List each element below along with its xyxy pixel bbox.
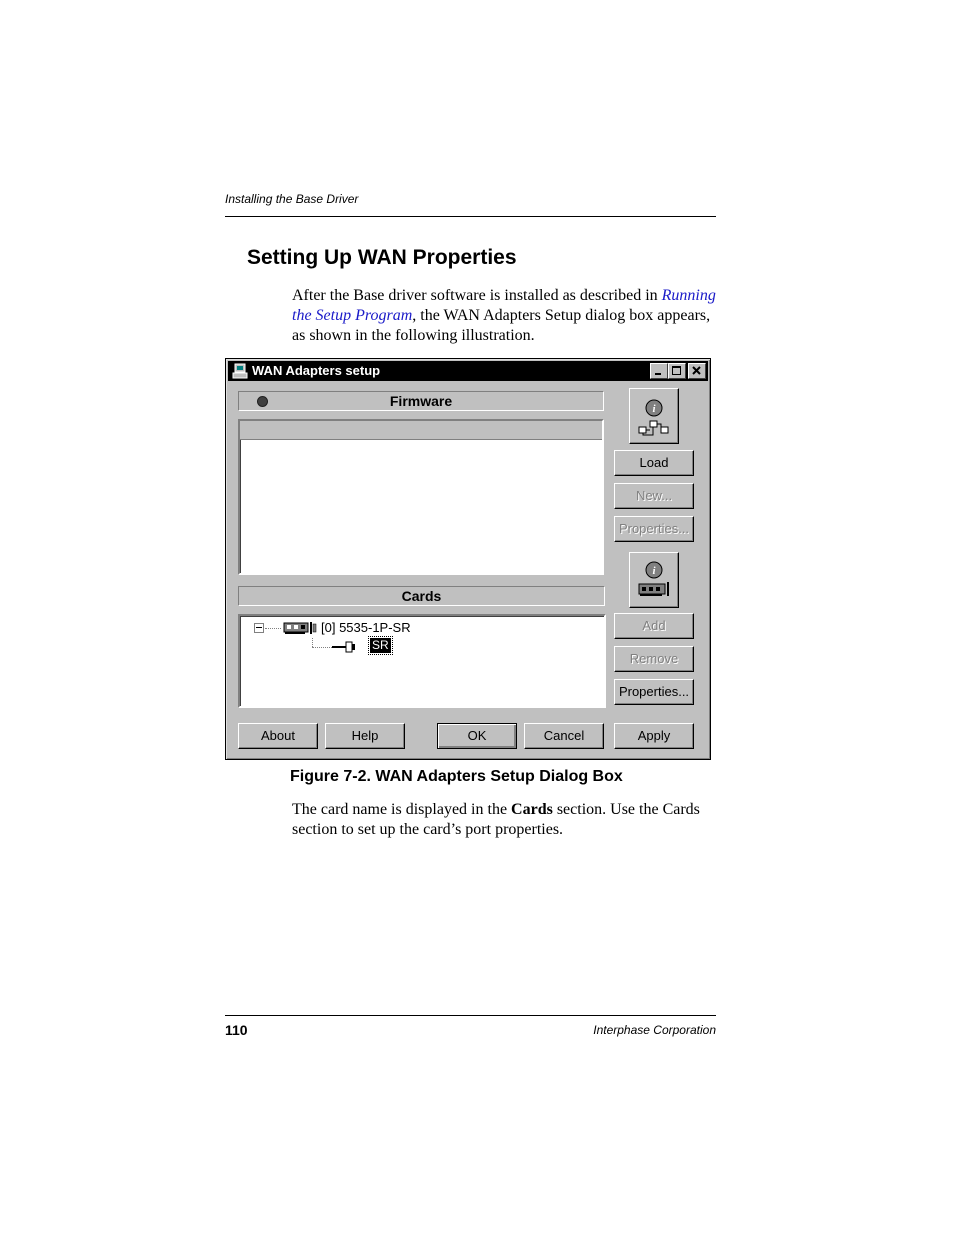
cards-tree[interactable]: [0] 5535-1P-SR SR [238, 614, 606, 708]
adapter-card-icon [283, 622, 317, 634]
apply-button[interactable]: Apply [614, 723, 694, 749]
maximize-icon [672, 366, 681, 375]
figure-caption: Figure 7-2. WAN Adapters Setup Dialog Bo… [290, 768, 623, 785]
about-button[interactable]: About [238, 723, 318, 749]
collapse-icon[interactable] [254, 623, 264, 633]
card-name: [0] 5535-1P-SR [321, 620, 411, 635]
connector-icon [332, 641, 355, 653]
adapter-card-info-icon: i [638, 561, 669, 596]
dialog-title: WAN Adapters setup [252, 363, 381, 378]
minimize-icon [655, 373, 661, 375]
tree-connector [312, 638, 314, 647]
firmware-properties-button[interactable]: Properties... [614, 516, 694, 542]
title-bar[interactable]: WAN Adapters setup [228, 361, 708, 381]
cancel-button[interactable]: Cancel [524, 723, 604, 749]
section-title: Setting Up WAN Properties [247, 246, 517, 269]
add-card-button[interactable]: Add [614, 613, 694, 639]
new-firmware-button[interactable]: New... [614, 483, 694, 509]
tree-item-port[interactable]: SR [368, 636, 393, 655]
tree-connector [265, 628, 281, 629]
intro-text-start: After the Base driver software is instal… [292, 287, 662, 304]
close-icon [692, 366, 701, 375]
computer-icon [232, 363, 248, 379]
intro-paragraph: After the Base driver software is instal… [292, 286, 717, 346]
maximize-button[interactable] [668, 363, 686, 379]
card-info-button[interactable]: i [629, 552, 679, 608]
header-rule [225, 216, 716, 217]
remove-card-button[interactable]: Remove [614, 646, 694, 672]
firmware-info-button[interactable]: i [629, 388, 679, 444]
cards-emphasis: Cards [511, 801, 553, 818]
firmware-header: Firmware [238, 391, 604, 411]
wan-adapters-setup-dialog: WAN Adapters setup Firmware Cards [0] 55… [225, 358, 711, 760]
page-number: 110 [225, 1022, 248, 1038]
card-properties-button[interactable]: Properties... [614, 679, 694, 705]
cards-header: Cards [238, 586, 605, 606]
tree-connector [312, 647, 332, 648]
firmware-header-label: Firmware [389, 393, 453, 409]
load-button[interactable]: Load [614, 450, 694, 476]
ok-button[interactable]: OK [437, 723, 517, 749]
network-info-icon: i [638, 399, 669, 436]
after-text-start: The card name is displayed in the [292, 801, 512, 818]
company-name: Interphase Corporation [593, 1023, 716, 1037]
firmware-list[interactable] [238, 419, 604, 575]
help-button[interactable]: Help [325, 723, 405, 749]
firmware-list-column-header[interactable] [240, 421, 602, 440]
minimize-button[interactable] [650, 363, 668, 379]
footer-rule [225, 1015, 716, 1016]
close-button[interactable] [688, 363, 706, 379]
after-figure-paragraph: The card name is displayed in the Cards … [292, 800, 717, 840]
cards-header-label: Cards [401, 588, 442, 604]
running-header: Installing the Base Driver [225, 192, 359, 206]
status-led-icon [257, 396, 268, 407]
